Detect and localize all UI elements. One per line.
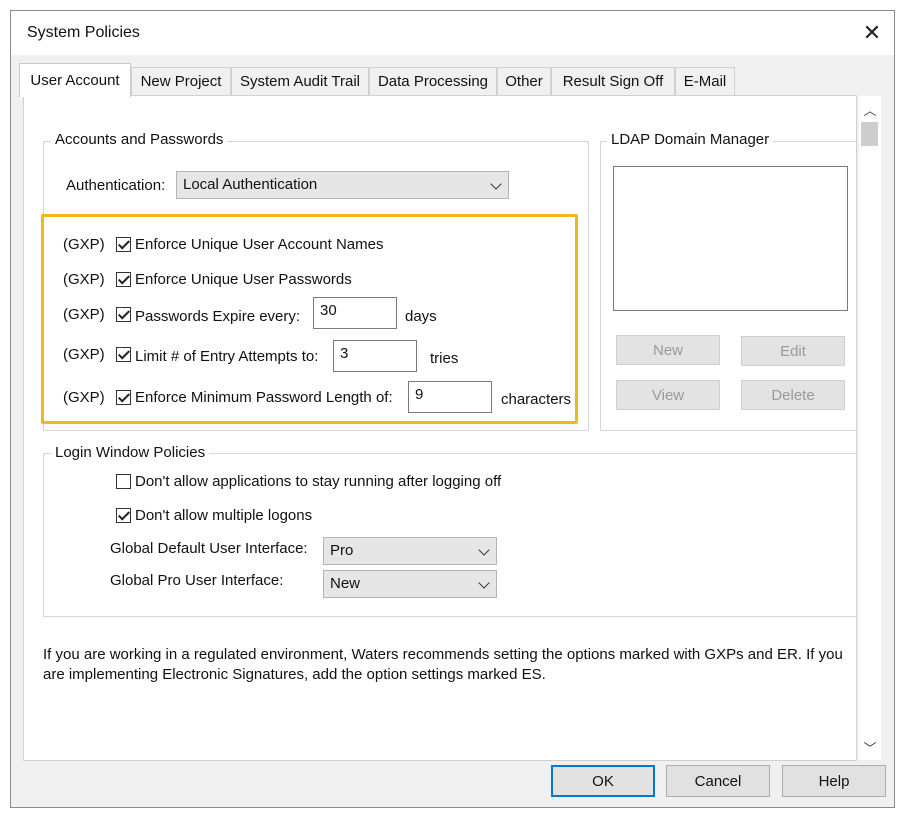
authentication-value: Local Authentication [183, 176, 318, 193]
tab-result-sign-off[interactable]: Result Sign Off [551, 67, 675, 95]
chevron-down-icon [478, 577, 490, 589]
tries-unit-label: tries [430, 350, 459, 367]
ldap-view-button[interactable]: View [616, 380, 720, 410]
title-bar: System Policies ✕ [11, 11, 894, 55]
login-window-policies-label: Login Window Policies [51, 444, 210, 461]
min-password-length-input[interactable]: 9 [408, 381, 492, 413]
gxp-tag: (GXP) [63, 346, 105, 363]
help-button[interactable]: Help [782, 765, 886, 797]
gxp-tag: (GXP) [63, 306, 105, 323]
global-pro-ui-select[interactable]: New [323, 570, 497, 598]
gxp-tag: (GXP) [63, 236, 105, 253]
enforce-unique-names-checkbox[interactable] [116, 237, 131, 252]
ldap-new-button[interactable]: New [616, 335, 720, 365]
chevron-down-icon [478, 544, 490, 556]
no-running-after-logoff-checkbox[interactable] [116, 474, 131, 489]
tab-e-mail[interactable]: E-Mail [675, 67, 735, 95]
regulated-environment-note: If you are working in a regulated enviro… [43, 645, 858, 685]
tab-label: System Audit Trail [239, 73, 361, 90]
tab-label: Result Sign Off [562, 73, 664, 90]
chevron-down-icon [490, 178, 502, 190]
ldap-edit-button[interactable]: Edit [741, 336, 845, 366]
enforce-unique-names-label: Enforce Unique User Account Names [135, 236, 384, 253]
tab-system-audit-trail[interactable]: System Audit Trail [231, 67, 369, 95]
enforce-unique-passwords-checkbox[interactable] [116, 272, 131, 287]
ldap-domain-list[interactable] [613, 166, 848, 311]
global-pro-ui-label: Global Pro User Interface: [110, 572, 284, 589]
global-pro-ui-value: New [330, 575, 361, 592]
entry-attempts-input[interactable]: 3 [333, 340, 417, 372]
gxp-tag: (GXP) [63, 271, 105, 288]
no-running-after-logoff-label: Don't allow applications to stay running… [135, 473, 502, 490]
note-line-2: are implementing Electronic Signatures, … [43, 666, 546, 683]
min-password-length-checkbox[interactable] [116, 390, 131, 405]
scroll-thumb[interactable] [861, 122, 878, 146]
days-unit-label: days [405, 308, 437, 325]
passwords-expire-checkbox[interactable] [116, 307, 131, 322]
authentication-label: Authentication: [66, 177, 166, 194]
entry-attempts-checkbox[interactable] [116, 347, 131, 362]
entry-attempts-label: Limit # of Entry Attempts to: [135, 348, 319, 365]
system-policies-dialog: System Policies ✕ User Account New Proje… [10, 10, 895, 808]
passwords-expire-label: Passwords Expire every: [135, 308, 301, 325]
no-multiple-logons-label: Don't allow multiple logons [135, 507, 313, 524]
tab-data-processing[interactable]: Data Processing [369, 67, 497, 95]
characters-unit-label: characters [501, 391, 572, 408]
tab-label: Other [505, 73, 543, 90]
tab-label: User Account [30, 72, 120, 89]
close-icon[interactable]: ✕ [856, 18, 888, 48]
passwords-expire-input[interactable]: 30 [313, 297, 397, 329]
global-default-ui-select[interactable]: Pro [323, 537, 497, 565]
gxp-tag: (GXP) [63, 389, 105, 406]
min-password-length-label: Enforce Minimum Password Length of: [135, 389, 393, 406]
scroll-up-icon[interactable]: ︿ [859, 98, 881, 120]
tab-other[interactable]: Other [497, 67, 551, 95]
ok-button[interactable]: OK [551, 765, 655, 797]
ldap-delete-button[interactable]: Delete [741, 380, 845, 410]
tab-new-project[interactable]: New Project [131, 67, 231, 95]
authentication-select[interactable]: Local Authentication [176, 171, 509, 199]
tab-user-account[interactable]: User Account [19, 63, 131, 97]
scroll-down-icon[interactable]: ﹀ [859, 736, 881, 758]
vertical-scrollbar[interactable]: ︿ ﹀ [859, 96, 881, 760]
tab-label: New Project [140, 73, 222, 90]
window-title: System Policies [27, 24, 140, 41]
accounts-passwords-label: Accounts and Passwords [51, 131, 228, 148]
enforce-unique-passwords-label: Enforce Unique User Passwords [135, 271, 352, 288]
global-default-ui-value: Pro [330, 542, 354, 559]
ldap-group-label: LDAP Domain Manager [607, 131, 774, 148]
tab-label: E-Mail [683, 73, 727, 90]
tab-label: Data Processing [377, 73, 489, 90]
global-default-ui-label: Global Default User Interface: [110, 540, 308, 557]
note-line-1: If you are working in a regulated enviro… [43, 646, 843, 663]
no-multiple-logons-checkbox[interactable] [116, 508, 131, 523]
cancel-button[interactable]: Cancel [666, 765, 770, 797]
